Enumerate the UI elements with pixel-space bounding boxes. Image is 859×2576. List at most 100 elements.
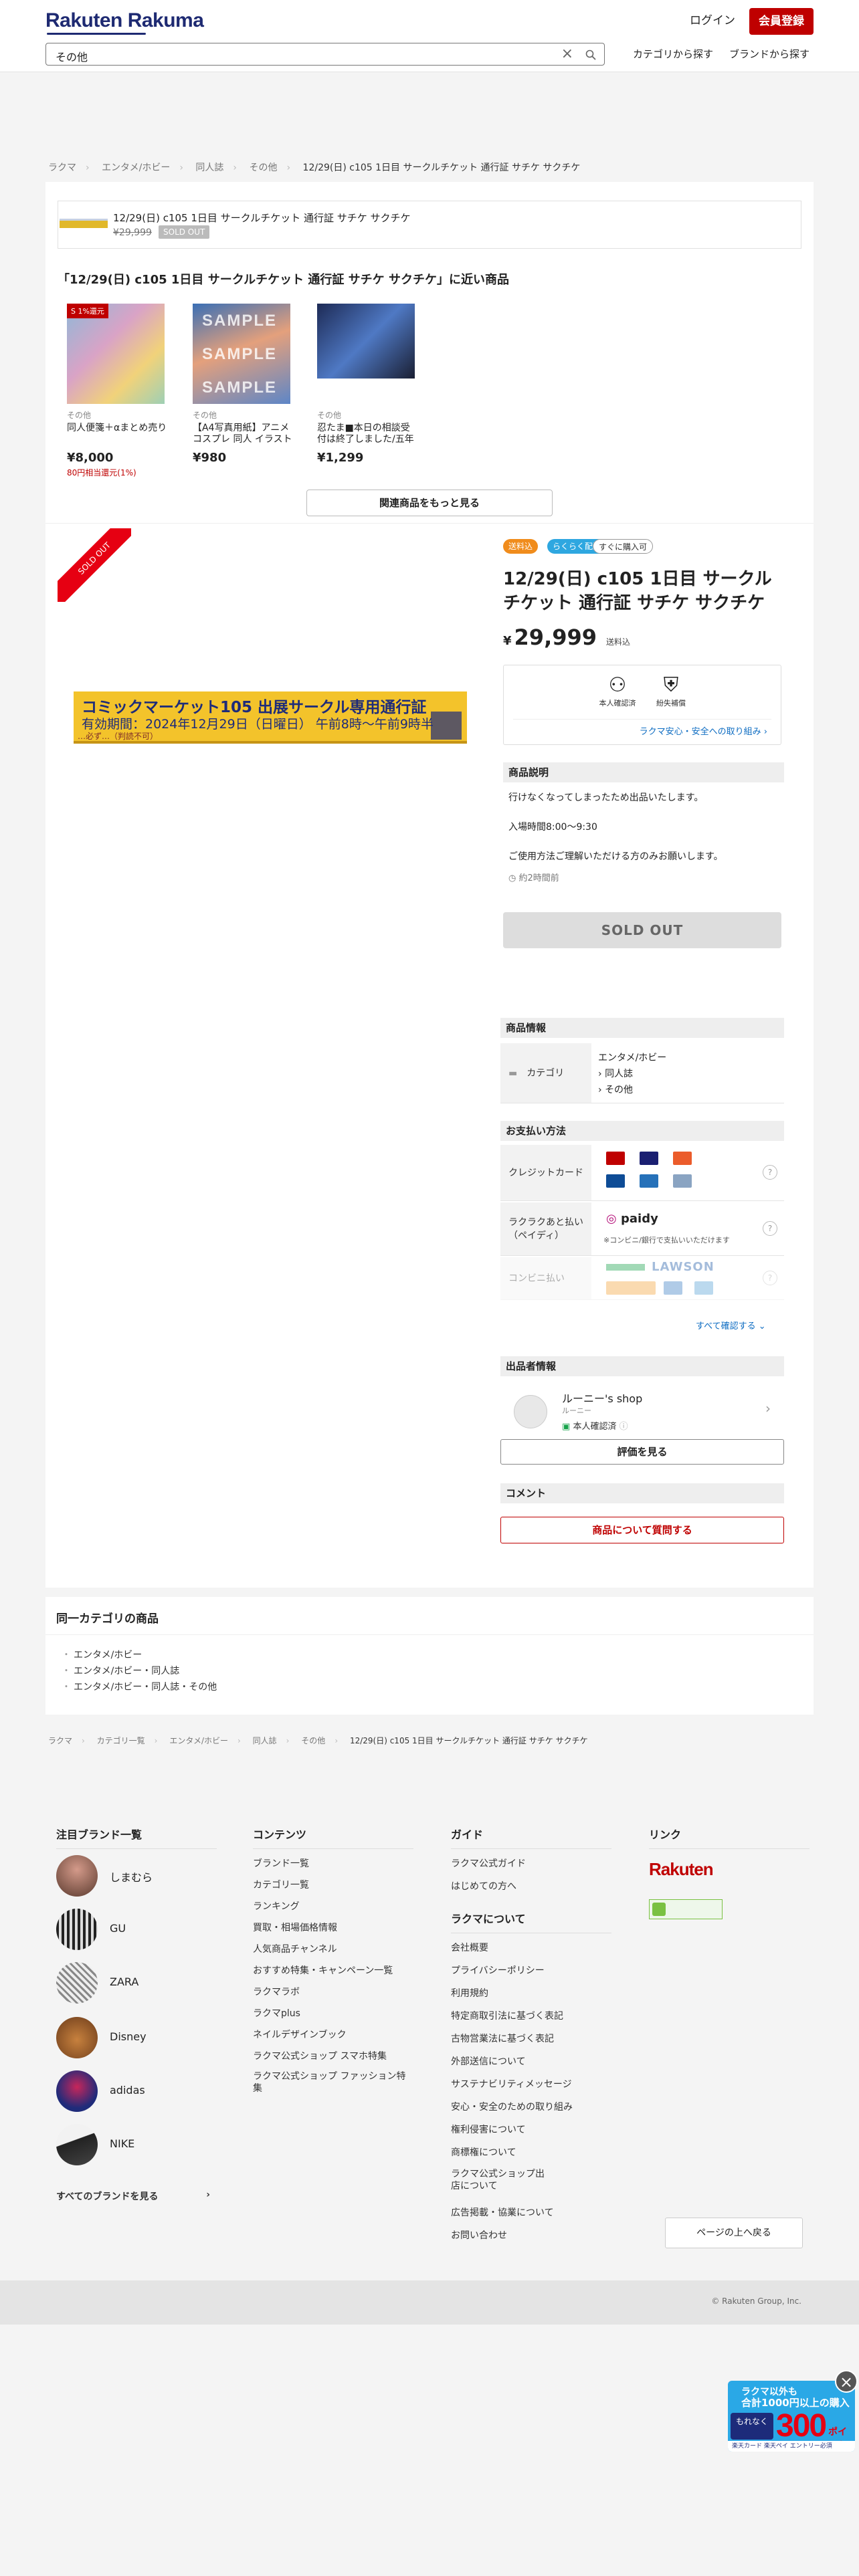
footer-link[interactable]: カテゴリ一覧 bbox=[253, 1878, 309, 1891]
breadcrumb-item[interactable]: ラクマ bbox=[48, 1736, 72, 1745]
footer-link[interactable]: ブランド一覧 bbox=[253, 1856, 309, 1870]
category-link[interactable]: 同人誌 bbox=[605, 1069, 633, 1079]
same-category-link[interactable]: エンタメ/ホビー・同人誌・その他 bbox=[62, 1680, 217, 1693]
register-button[interactable]: 会員登録 bbox=[749, 8, 814, 35]
category-link[interactable]: その他 bbox=[605, 1085, 633, 1095]
footer-link[interactable]: 権利侵害について bbox=[451, 2123, 526, 2136]
sample-watermark: SAMPLE bbox=[202, 379, 278, 397]
search-icon[interactable] bbox=[585, 49, 596, 60]
breadcrumb-item[interactable]: 同人誌 bbox=[253, 1736, 277, 1745]
footer-link[interactable]: おすすめ特集・キャンペーン一覧 bbox=[253, 1963, 393, 1977]
sold-out-button[interactable]: SOLD OUT bbox=[503, 912, 781, 948]
footer-link[interactable]: ラクマ公式ガイド bbox=[451, 1856, 526, 1870]
footer-link[interactable]: プライバシーポリシー bbox=[451, 1963, 545, 1977]
footer-link[interactable]: お問い合わせ bbox=[451, 2228, 507, 2242]
divider bbox=[513, 719, 771, 720]
product-title: 12/29(日) c105 1日目 サークルチケット 通行証 サチケ サクチケ bbox=[503, 569, 772, 613]
clear-icon[interactable]: × bbox=[561, 45, 573, 62]
safety-link[interactable]: ラクマ安心・安全への取り組み › bbox=[640, 724, 767, 737]
footer-link[interactable]: ラクマplus bbox=[253, 2006, 300, 2020]
footer-link[interactable]: ラクマラボ bbox=[253, 1985, 300, 1998]
convenience-store-icon bbox=[606, 1281, 656, 1295]
footer-link[interactable]: 安心・安全のための取り組み bbox=[451, 2100, 573, 2113]
nav-brand[interactable]: ブランドから探す bbox=[729, 44, 809, 64]
breadcrumb-item[interactable]: ラクマ bbox=[48, 163, 76, 173]
help-icon[interactable]: ? bbox=[763, 1165, 777, 1180]
brand-link[interactable]: Disney bbox=[56, 2014, 230, 2061]
help-icon[interactable]: ⓘ bbox=[619, 1422, 628, 1432]
footer-link[interactable]: ランキング bbox=[253, 1899, 300, 1913]
all-brands-link[interactable]: すべてのブランドを見る › bbox=[56, 2189, 210, 2203]
brand-link[interactable]: GU bbox=[56, 1906, 230, 1953]
search-input[interactable]: その他 × bbox=[45, 43, 605, 66]
similar-items-title: 「12/29(日) c105 1日目 サークルチケット 通行証 サチケ サクチケ… bbox=[58, 273, 509, 287]
verified-icon: ▣ bbox=[562, 1422, 571, 1432]
clock-icon: ◷ bbox=[508, 873, 516, 883]
similar-item[interactable]: SAMPLE SAMPLE SAMPLE その他 【A4写真用紙】アニメ コスプ… bbox=[193, 304, 294, 465]
breadcrumb-item[interactable]: エンタメ/ホビー bbox=[102, 163, 170, 173]
breadcrumb-item[interactable]: その他 bbox=[249, 163, 277, 173]
breadcrumb-item[interactable]: エンタメ/ホビー bbox=[169, 1736, 228, 1745]
product-summary-strip[interactable]: 12/29(日) c105 1日目 サークルチケット 通行証 サチケ サクチケ … bbox=[58, 201, 801, 249]
more-related-button[interactable]: 関連商品をもっと見る bbox=[306, 490, 553, 516]
category-link[interactable]: エンタメ/ホビー bbox=[598, 1053, 666, 1063]
ask-question-button[interactable]: 商品について質問する bbox=[500, 1517, 784, 1543]
similar-item[interactable]: その他 忍たま■本日の相談受付は終了しました/五年生■郁頓発 ¥1,299 bbox=[317, 304, 419, 465]
brand-link[interactable]: ZARA bbox=[56, 1959, 230, 2006]
promo-banner[interactable]: ラクマ以外も 合計1000円以上の購入で もれなく 300 ポイント 楽天カード… bbox=[728, 2381, 855, 2452]
breadcrumb-current: 12/29(日) c105 1日目 サークルチケット 通行証 サチケ サクチケ bbox=[349, 1736, 588, 1745]
footer-link[interactable]: ラクマ公式ショップ ファッション特集 bbox=[253, 2070, 413, 2095]
brand-image bbox=[56, 1909, 98, 1950]
payment-row-paidy: ラクラクあと払い（ペイディ） ◎ paidy ※コンビニ/銀行で支払いいただけま… bbox=[500, 1202, 784, 1256]
points-badge: S 1%還元 bbox=[67, 304, 108, 318]
brand-link[interactable]: NIKE bbox=[56, 2121, 230, 2168]
help-icon[interactable]: ? bbox=[763, 1271, 777, 1285]
footer-link[interactable]: はじめての方へ bbox=[451, 1879, 516, 1893]
rakuten-card-icon bbox=[606, 1152, 625, 1165]
similar-item-name: 【A4写真用紙】アニメ コスプレ 同人 イラスト グラビア 高画… bbox=[193, 423, 292, 445]
footer-link[interactable]: 利用規約 bbox=[451, 1986, 488, 2000]
footer-link[interactable]: 会社概要 bbox=[451, 1941, 488, 1954]
rakuma-logo[interactable]: Rakuten Rakuma bbox=[45, 9, 204, 35]
strip-sold-badge: SOLD OUT bbox=[159, 225, 210, 239]
similar-item[interactable]: S 1%還元 その他 同人便箋＋αまとめ売り ¥8,000 80円相当還元(1%… bbox=[67, 304, 169, 478]
footer-link[interactable]: サステナビリティメッセージ bbox=[451, 2077, 572, 2090]
see-all-payment-link[interactable]: すべて確認する ⌄ bbox=[696, 1319, 766, 1331]
qr-code bbox=[431, 712, 462, 740]
paidy-note: ※コンビニ/銀行で支払いいただけます bbox=[603, 1236, 730, 1245]
footer-link[interactable]: 人気商品チャンネル bbox=[253, 1942, 337, 1955]
footer-link[interactable]: ラクマ公式ショップ出店について bbox=[451, 2168, 545, 2192]
footer-link[interactable]: 外部送信について bbox=[451, 2054, 526, 2068]
seller-card[interactable]: ルーニー's shop ルーニー ▣ 本人確認済 ⓘ › bbox=[503, 1384, 781, 1438]
brand-link[interactable]: しまむら bbox=[56, 1852, 230, 1899]
payment-header: お支払い方法 bbox=[500, 1121, 784, 1141]
breadcrumb-item[interactable]: 同人誌 bbox=[195, 163, 223, 173]
breadcrumb-item[interactable]: カテゴリ一覧 bbox=[97, 1736, 145, 1745]
brand-image bbox=[56, 2070, 98, 2112]
similar-item-image: S 1%還元 bbox=[67, 304, 165, 404]
payment-label: クレジットカード bbox=[500, 1145, 591, 1200]
login-button[interactable]: ログイン bbox=[676, 11, 749, 31]
rakuten-eco-link[interactable] bbox=[649, 1899, 723, 1919]
nav-category[interactable]: カテゴリから探す bbox=[633, 44, 713, 64]
back-to-top-button[interactable]: ページの上へ戻る bbox=[665, 2218, 803, 2248]
footer-link[interactable]: 古物営業法に基づく表記 bbox=[451, 2032, 554, 2045]
brand-image bbox=[56, 2017, 98, 2058]
footer-guide-title: ガイド bbox=[451, 1826, 611, 1849]
footer-link[interactable]: 特定商取引法に基づく表記 bbox=[451, 2009, 563, 2022]
paidy-logo: ◎ paidy bbox=[606, 1212, 658, 1226]
breadcrumb-item[interactable]: その他 bbox=[301, 1736, 325, 1745]
help-icon[interactable]: ? bbox=[763, 1221, 777, 1236]
close-icon[interactable]: × bbox=[835, 2370, 858, 2393]
footer-link[interactable]: 広告掲載・協業について bbox=[451, 2206, 554, 2219]
rakuten-logo-link[interactable]: Rakuten bbox=[649, 1859, 714, 1880]
same-category-link[interactable]: エンタメ/ホビー bbox=[62, 1648, 142, 1661]
copyright-text: © Rakuten Group, Inc. bbox=[711, 2296, 801, 2306]
footer-link[interactable]: 買取・相場価格情報 bbox=[253, 1921, 337, 1934]
same-category-link[interactable]: エンタメ/ホビー・同人誌 bbox=[62, 1664, 179, 1677]
footer-link[interactable]: ラクマ公式ショップ スマホ特集 bbox=[253, 2049, 387, 2062]
footer-link[interactable]: 商標権について bbox=[451, 2145, 516, 2159]
footer-link[interactable]: ネイルデザインブック bbox=[253, 2028, 347, 2041]
brand-link[interactable]: adidas bbox=[56, 2068, 230, 2115]
view-ratings-button[interactable]: 評価を見る bbox=[500, 1439, 784, 1465]
